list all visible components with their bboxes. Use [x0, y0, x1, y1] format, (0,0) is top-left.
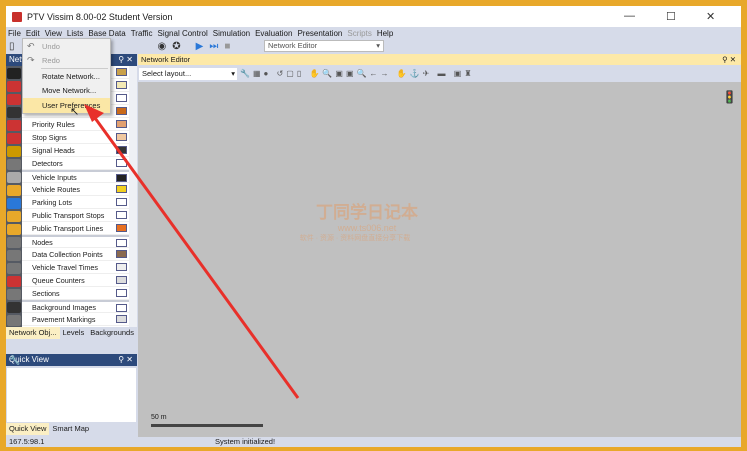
annotation-arrow [84, 104, 300, 399]
arrow-shaft [93, 117, 300, 399]
arrow-head [84, 104, 104, 122]
